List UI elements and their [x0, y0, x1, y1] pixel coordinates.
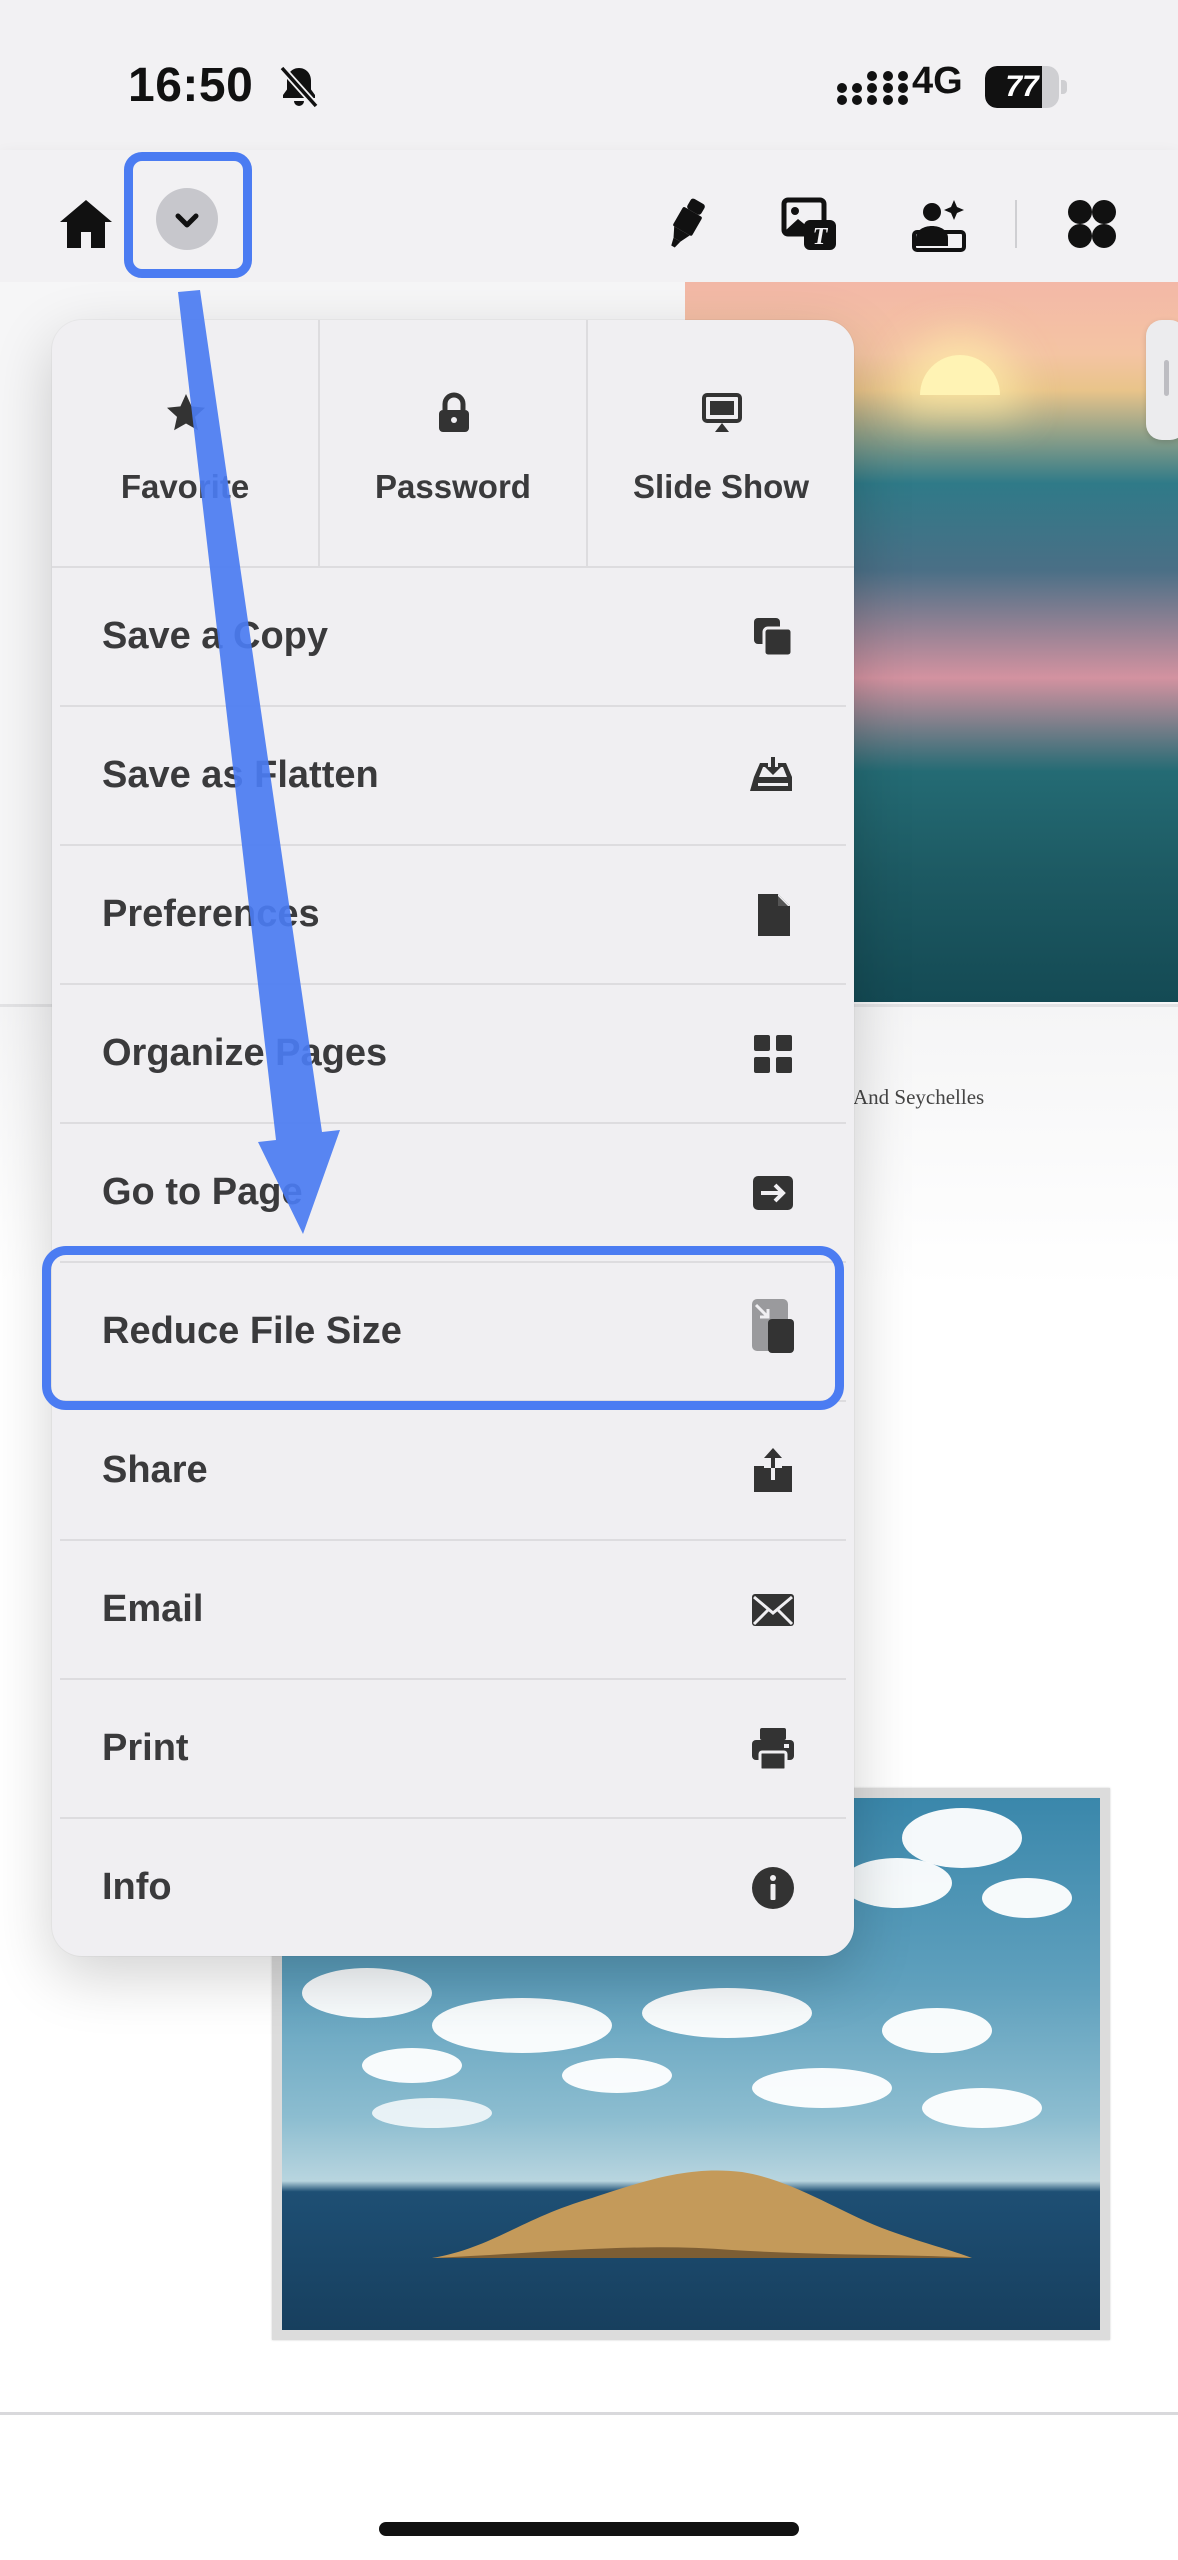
- slide-show-button[interactable]: Slide Show: [586, 320, 854, 566]
- share-icon: [754, 1448, 792, 1492]
- annotation-highlight-chevron: [124, 152, 252, 278]
- menu-item-label: Share: [102, 1449, 208, 1491]
- home-indicator[interactable]: [379, 2522, 799, 2536]
- status-time: 16:50: [128, 59, 254, 112]
- image-text-icon[interactable]: T: [780, 194, 840, 254]
- bell-slash-icon: [279, 65, 319, 109]
- menu-item-save-a-copy[interactable]: Save a Copy: [60, 568, 846, 707]
- menu-item-label: Save a Copy: [102, 615, 328, 657]
- menu-item-share[interactable]: Share: [60, 1402, 846, 1541]
- highlighter-icon[interactable]: [656, 194, 716, 254]
- menu-item-preferences[interactable]: Preferences: [60, 846, 846, 985]
- slideshow-icon: [702, 393, 742, 432]
- grid-icon: [754, 1035, 792, 1073]
- document-caption: And Seychelles: [853, 1085, 985, 1109]
- svg-text:T: T: [813, 224, 829, 250]
- scroll-handle[interactable]: [1146, 320, 1178, 440]
- menu-item-go-to-page[interactable]: Go to Page: [60, 1124, 846, 1263]
- bottom-area: [0, 2415, 1178, 2560]
- favorite-label: Favorite: [120, 468, 250, 505]
- menu-item-label: Go to Page: [102, 1171, 303, 1213]
- favorite-button[interactable]: Favorite: [52, 320, 318, 566]
- island-shape: [432, 2170, 972, 2258]
- status-bar: 16:50 4G 77: [0, 0, 1178, 150]
- home-icon[interactable]: [56, 194, 116, 254]
- menu-item-save-as-flatten[interactable]: Save as Flatten: [60, 707, 846, 846]
- copy-icon: [754, 618, 794, 658]
- menu-top-actions: Favorite Password Slide Show: [52, 320, 854, 568]
- menu-item-email[interactable]: Email: [60, 1541, 846, 1680]
- annotation-highlight-reduce-file-size: [42, 1246, 844, 1410]
- menu-item-info[interactable]: Info: [60, 1819, 846, 1956]
- info-icon: [752, 1867, 794, 1909]
- envelope-icon: [752, 1594, 794, 1626]
- toolbar-separator: [1015, 200, 1017, 248]
- menu-item-label: Info: [102, 1866, 172, 1908]
- battery-level: 77: [1005, 70, 1039, 103]
- slide-show-label: Slide Show: [632, 468, 810, 505]
- menu-item-label: Save as Flatten: [102, 754, 379, 796]
- arrow-right-box-icon: [753, 1176, 793, 1210]
- password-button[interactable]: Password: [318, 320, 586, 566]
- ai-photo-icon[interactable]: [910, 194, 970, 254]
- battery-icon: 77: [985, 66, 1067, 108]
- signal-icon: [837, 71, 908, 105]
- printer-icon: [752, 1728, 794, 1772]
- document-icon: [758, 894, 790, 936]
- tray-download-icon: [750, 757, 792, 791]
- menu-item-label: Email: [102, 1588, 204, 1630]
- lock-icon: [439, 392, 469, 432]
- password-label: Password: [375, 468, 531, 505]
- more-options-menu: Favorite Password Slide Show Save a Copy: [52, 320, 854, 1956]
- menu-item-label: Preferences: [102, 893, 320, 935]
- menu-item-label: Organize Pages: [102, 1032, 388, 1074]
- menu-item-label: Print: [102, 1727, 189, 1769]
- network-type: 4G: [912, 60, 963, 102]
- menu-item-organize-pages[interactable]: Organize Pages: [60, 985, 846, 1124]
- apps-icon[interactable]: [1062, 194, 1122, 254]
- menu-item-print[interactable]: Print: [60, 1680, 846, 1819]
- star-icon: [167, 394, 205, 431]
